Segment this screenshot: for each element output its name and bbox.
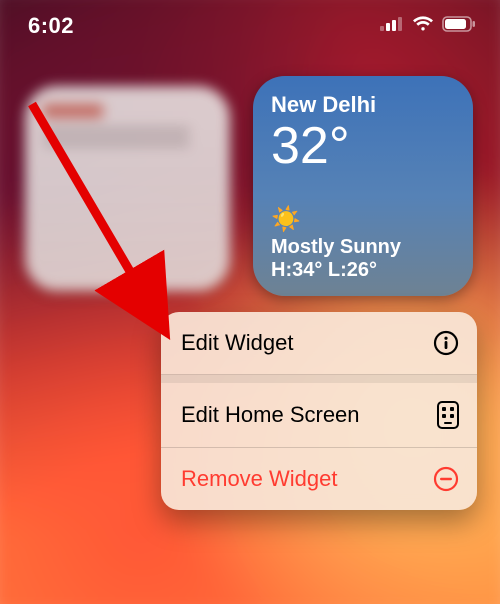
edit-widget-button[interactable]: Edit Widget bbox=[161, 312, 477, 375]
status-time: 6:02 bbox=[28, 13, 74, 39]
edit-home-screen-button[interactable]: Edit Home Screen bbox=[161, 383, 477, 448]
status-bar: 6:02 bbox=[0, 0, 500, 52]
info-icon bbox=[433, 330, 459, 356]
weather-temperature: 32° bbox=[271, 120, 455, 172]
apps-grid-icon bbox=[437, 401, 459, 429]
menu-item-label: Edit Widget bbox=[181, 330, 294, 356]
notes-widget-blurred bbox=[25, 86, 230, 291]
battery-icon bbox=[442, 16, 476, 37]
cellular-icon bbox=[380, 17, 404, 36]
widget-context-menu: Edit Widget Edit Home Screen Remove Widg… bbox=[161, 312, 477, 510]
remove-widget-button[interactable]: Remove Widget bbox=[161, 448, 477, 510]
menu-item-label: Remove Widget bbox=[181, 466, 338, 492]
weather-city: New Delhi bbox=[271, 92, 455, 118]
weather-hi-lo: H:34° L:26° bbox=[271, 259, 455, 282]
sun-icon: ☀️ bbox=[271, 208, 455, 232]
remove-circle-icon bbox=[433, 466, 459, 492]
weather-condition: Mostly Sunny bbox=[271, 236, 455, 259]
weather-widget[interactable]: New Delhi 32° ☀️ Mostly Sunny H:34° L:26… bbox=[253, 76, 473, 296]
menu-item-label: Edit Home Screen bbox=[181, 402, 360, 428]
menu-separator bbox=[161, 375, 477, 383]
wifi-icon bbox=[412, 16, 434, 37]
